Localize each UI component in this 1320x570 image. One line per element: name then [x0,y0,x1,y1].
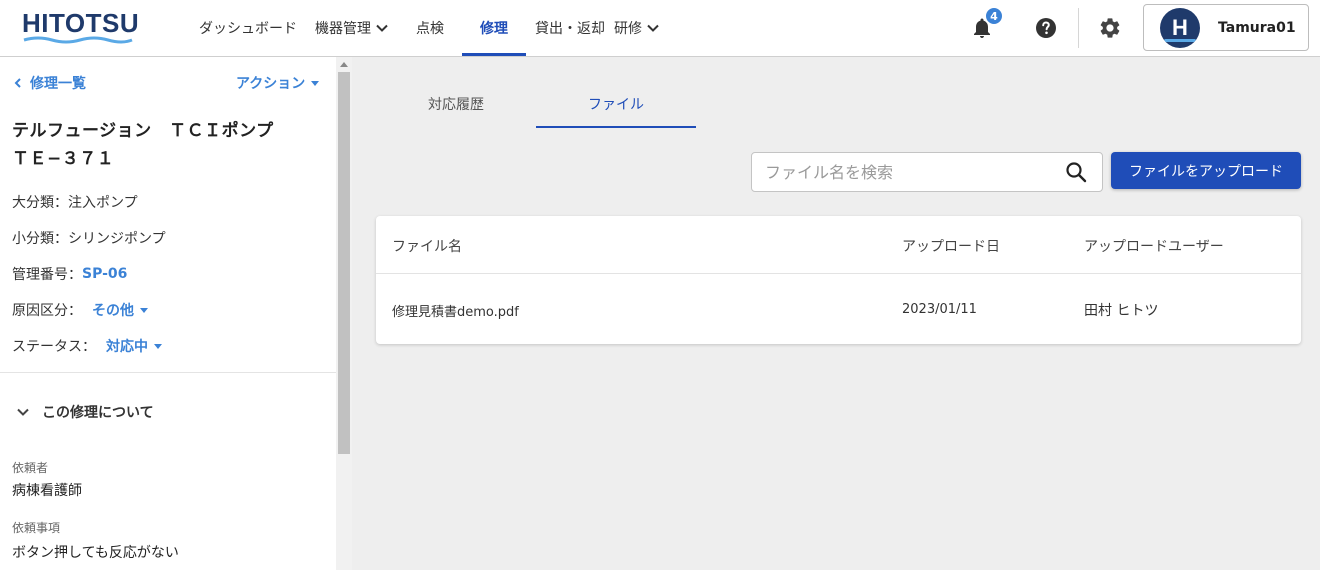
about-repair-toggle[interactable]: この修理について [16,402,154,422]
logo[interactable]: HITOTSU [22,8,139,44]
table-row[interactable]: 修理見積書demo.pdf 2023/01/11 田村 ヒトツ [376,274,1301,344]
upload-file-button[interactable]: ファイルをアップロード [1111,152,1301,189]
file-search [751,152,1103,192]
detail-tabs: 対応履歴 ファイル [376,80,696,128]
requester-value: 病棟看護師 [12,483,82,499]
nav-training[interactable]: 研修 [614,0,669,56]
gear-icon[interactable] [1098,16,1122,40]
chevron-down-icon [17,408,29,416]
scroll-up-arrow-icon[interactable] [340,62,348,67]
notification-badge: 4 [984,6,1004,26]
column-header-filename[interactable]: ファイル名 [392,236,462,256]
cause-category: 原因区分： その他 [12,300,148,320]
request-label: 依頼事項 [12,521,61,535]
main-nav: ダッシュボード 機器管理 点検 修理 貸出・返却 研修 [190,0,669,56]
equipment-title: テルフュージョン ＴＣＩポンプ ＴＥ−３７１ [12,121,274,169]
app-header: HITOTSU ダッシュボード 機器管理 点検 修理 貸出・返却 研修 4 H [0,0,1320,57]
caret-down-icon [154,343,162,349]
nav-repair[interactable]: 修理 [462,0,526,56]
file-table: ファイル名 アップロード日 アップロードユーザー 修理見積書demo.pdf 2… [376,216,1301,344]
column-header-upload-date[interactable]: アップロード日 [902,236,1000,256]
status-dropdown[interactable]: 対応中 [106,336,162,356]
repair-detail-panel: 修理一覧 アクション テルフュージョン ＴＣＩポンプ ＴＥ−３７１ 大分類： 注入… [0,57,336,570]
back-to-repair-list[interactable]: 修理一覧 [12,73,86,93]
cell-upload-user: 田村 ヒトツ [1084,303,1159,319]
minor-category: 小分類： シリンジポンプ [12,231,166,247]
request-value: ボタン押しても反応がない [12,545,179,561]
tab-history[interactable]: 対応履歴 [376,80,536,128]
tab-files[interactable]: ファイル [536,80,696,128]
sidebar-scroll-thumb[interactable] [338,72,350,454]
avatar-wave [1164,38,1196,42]
column-header-upload-user[interactable]: アップロードユーザー [1084,236,1224,256]
chevron-down-icon [647,24,659,32]
user-menu-button[interactable]: H Tamura01 [1143,4,1309,51]
caret-down-icon [140,307,148,313]
chevron-left-icon [14,78,21,88]
divider [0,372,336,373]
cause-dropdown[interactable]: その他 [92,300,148,320]
management-number: 管理番号： SP-06 [12,266,128,283]
cell-upload-date: 2023/01/11 [902,302,977,317]
search-icon[interactable] [1064,160,1088,184]
help-icon[interactable] [1034,16,1058,40]
caret-down-icon [311,80,320,86]
nav-inspection[interactable]: 点検 [398,0,462,56]
avatar: H [1160,7,1200,48]
management-number-link[interactable]: SP-06 [82,266,127,282]
nav-lending[interactable]: 貸出・返却 [526,0,614,56]
header-divider [1078,8,1079,48]
table-header: ファイル名 アップロード日 アップロードユーザー [376,216,1301,274]
cell-filename[interactable]: 修理見積書demo.pdf [392,301,519,320]
logo-text: HITOTSU [22,8,140,38]
nav-dashboard[interactable]: ダッシュボード [190,0,306,56]
requester-label: 依頼者 [12,461,49,475]
nav-equipment[interactable]: 機器管理 [306,0,398,56]
chevron-down-icon [376,24,388,32]
status-field: ステータス： 対応中 [12,336,162,356]
file-search-input[interactable] [752,153,1064,191]
user-name: Tamura01 [1218,19,1296,36]
major-category: 大分類： 注入ポンプ [12,195,138,211]
action-dropdown[interactable]: アクション [236,73,320,93]
